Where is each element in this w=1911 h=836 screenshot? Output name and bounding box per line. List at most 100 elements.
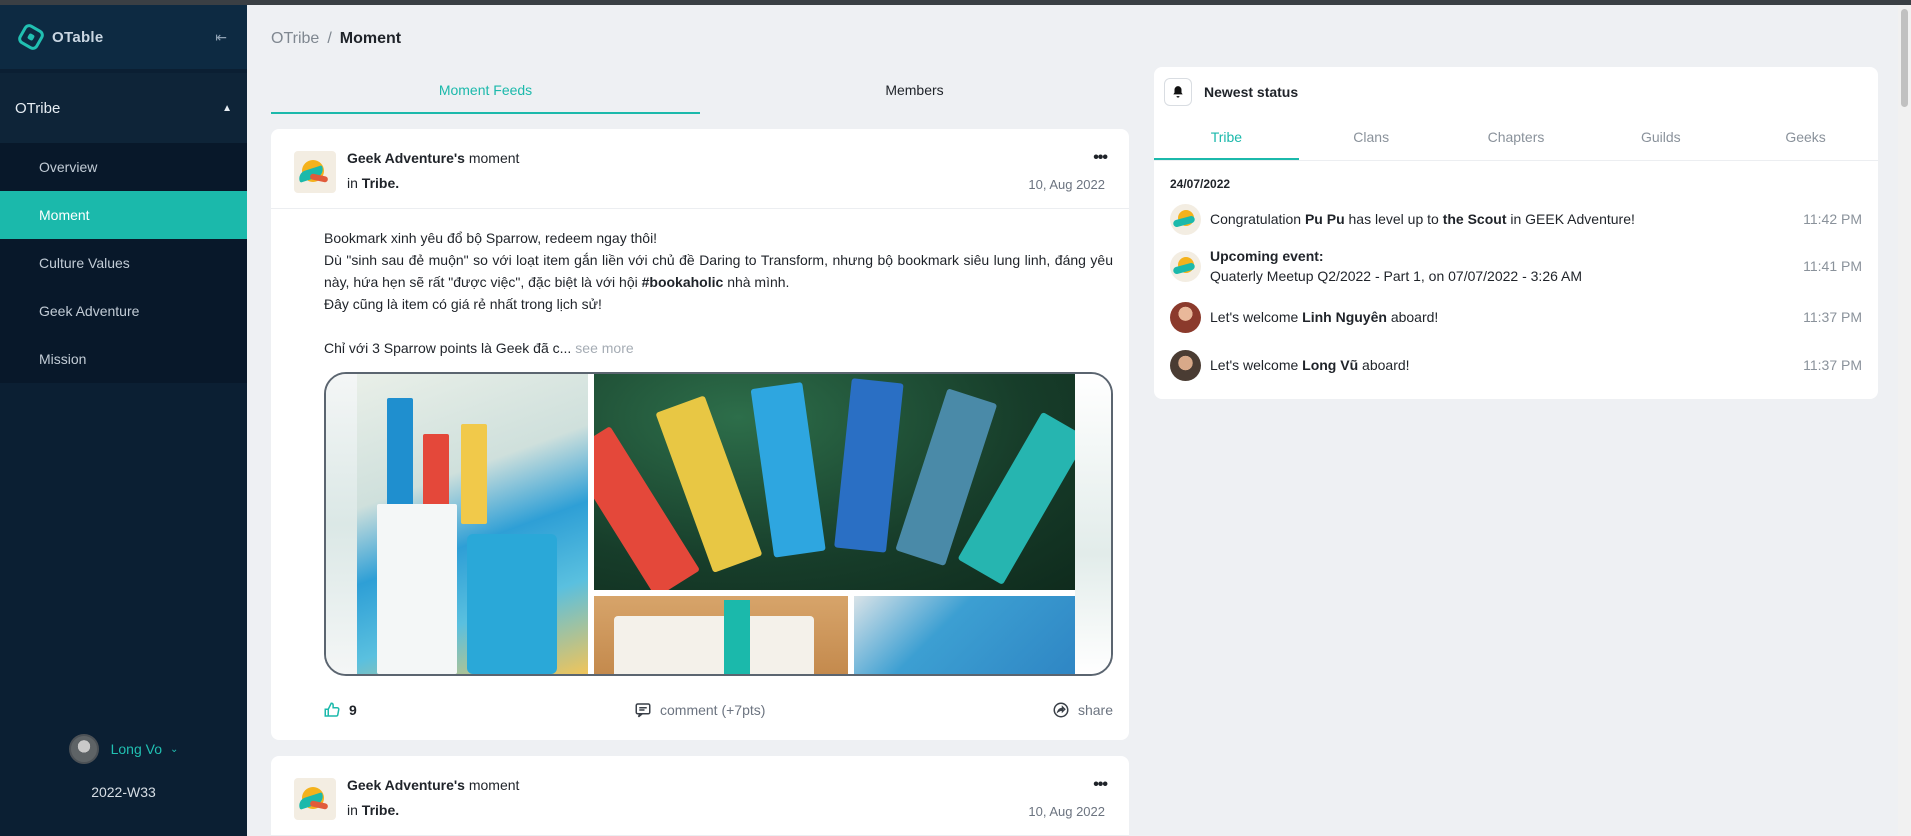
post-card: Geek Adventure's moment in Tribe. ••• 10… [271, 129, 1129, 740]
avatar [1170, 250, 1201, 282]
sidebar-item-culture-values[interactable]: Culture Values [0, 239, 247, 287]
post-image[interactable] [594, 596, 848, 674]
share-button[interactable]: share [1052, 701, 1113, 719]
newest-status-panel: Newest status Tribe Clans Chapters Guild… [1154, 67, 1878, 399]
more-dots-icon[interactable]: ••• [1093, 149, 1108, 167]
breadcrumb-current: Moment [339, 30, 402, 47]
status-header: Newest status [1154, 67, 1878, 117]
post-date: 10, Aug 2022 [1028, 177, 1105, 192]
status-date: 24/07/2022 [1170, 177, 1231, 191]
sidebar-item-label: Moment [39, 207, 90, 223]
post-author: Geek Adventure's moment [347, 777, 519, 793]
sidebar-item-overview[interactable]: Overview [0, 143, 247, 191]
status-item: Let's welcome Long Vũ aboard! 11:37 PM [1154, 341, 1878, 389]
post-header: Geek Adventure's moment in Tribe. ••• 10… [271, 129, 1129, 209]
scrollbar-thumb[interactable] [1901, 9, 1908, 107]
sidebar-item-mission[interactable]: Mission [0, 335, 247, 383]
gallery-edge [326, 374, 357, 674]
sidebar: OTable ⇤ OTribe ▲ Overview Moment Cultur… [0, 5, 247, 836]
post-image-gallery[interactable] [324, 372, 1113, 676]
see-more-link[interactable]: see more [575, 340, 633, 356]
sidebar-item-label: Overview [39, 159, 98, 175]
breadcrumb-separator: / [327, 30, 332, 47]
sidebar-section-otribe[interactable]: OTribe ▲ [0, 73, 247, 143]
sidebar-menu: Overview Moment Culture Values Geek Adve… [0, 143, 247, 383]
sidebar-section-label: OTribe [15, 99, 61, 117]
status-text: Congratulation Pu Pu has level up to the… [1210, 211, 1635, 227]
post-author-name[interactable]: Geek Adventure's [347, 150, 465, 166]
post-body: Bookmark xinh yêu đổ bộ Sparrow, redeem … [271, 209, 1129, 359]
status-title: Newest status [1204, 84, 1299, 100]
post-header: Geek Adventure's moment in Tribe. ••• 10… [271, 756, 1129, 836]
tab-chapters[interactable]: Chapters [1444, 117, 1589, 160]
sidebar-item-geek-adventure[interactable]: Geek Adventure [0, 287, 247, 335]
status-text: Let's welcome Long Vũ aboard! [1210, 357, 1410, 373]
page-scrollbar[interactable] [1898, 5, 1911, 836]
tab-geeks[interactable]: Geeks [1733, 117, 1878, 160]
tab-moment-feeds[interactable]: Moment Feeds [271, 74, 700, 114]
post-in-target: Tribe. [361, 802, 400, 818]
app-name: OTable [52, 28, 104, 46]
post-in-prefix: in [347, 175, 358, 191]
status-tabs: Tribe Clans Chapters Guilds Geeks [1154, 117, 1878, 161]
post-date: 10, Aug 2022 [1028, 804, 1105, 819]
week-label: 2022-W33 [91, 784, 156, 800]
tab-guilds[interactable]: Guilds [1588, 117, 1733, 160]
status-time: 11:41 PM [1803, 258, 1862, 274]
gallery-edge [1075, 374, 1111, 674]
main-tabs: Moment Feeds Members [271, 74, 1129, 114]
sidebar-item-moment[interactable]: Moment [0, 191, 247, 239]
tab-tribe[interactable]: Tribe [1154, 117, 1299, 160]
avatar[interactable] [294, 151, 336, 193]
bell-icon[interactable] [1164, 78, 1192, 106]
post-location: in Tribe. [347, 802, 399, 818]
post-paragraph: Dù "sinh sau đẻ muộn" so với loạt item g… [324, 249, 1113, 293]
comment-label: comment (+7pts) [660, 702, 766, 718]
tab-members[interactable]: Members [700, 74, 1129, 114]
status-time: 11:42 PM [1803, 211, 1862, 227]
post-hashtag[interactable]: #bookaholic [642, 274, 724, 290]
sidebar-item-label: Mission [39, 351, 87, 367]
post-actions: 9 comment (+7pts) share [271, 689, 1129, 729]
post-line: Đây cũng là item có giá rẻ nhất trong lị… [324, 296, 602, 312]
share-icon [1053, 702, 1069, 718]
user-panel: Long Vo ⌄ 2022-W33 [0, 726, 247, 836]
post-line: Bookmark xinh yêu đổ bộ Sparrow, redeem … [324, 230, 658, 246]
post-line: nhà mình. [727, 274, 790, 290]
breadcrumb-parent[interactable]: OTribe [271, 30, 319, 47]
post-line: Chỉ với 3 Sparrow points là Geek đã c... [324, 340, 572, 356]
avatar[interactable] [294, 778, 336, 820]
post-author-name[interactable]: Geek Adventure's [347, 777, 465, 793]
tab-clans[interactable]: Clans [1299, 117, 1444, 160]
post-card: Geek Adventure's moment in Tribe. ••• 10… [271, 756, 1129, 836]
post-image[interactable] [594, 374, 1075, 590]
sidebar-item-label: Culture Values [39, 255, 130, 271]
post-in-target: Tribe. [361, 175, 400, 191]
collapse-sidebar-icon[interactable]: ⇤ [215, 29, 227, 46]
hexagon-logo-icon [15, 21, 47, 53]
status-item: Congratulation Pu Pu has level up to the… [1154, 201, 1878, 237]
post-location: in Tribe. [347, 175, 399, 191]
sidebar-item-label: Geek Adventure [39, 303, 140, 319]
avatar [1170, 203, 1201, 235]
brand-bar: OTable ⇤ [0, 5, 247, 69]
status-item: Let's welcome Linh Nguyên aboard! 11:37 … [1154, 293, 1878, 341]
post-image[interactable] [854, 596, 1075, 674]
like-button[interactable]: 9 [323, 701, 357, 719]
status-item: Upcoming event: Quaterly Meetup Q2/2022 -… [1154, 243, 1878, 289]
status-text: Let's welcome Linh Nguyên aboard! [1210, 309, 1439, 325]
status-time: 11:37 PM [1803, 309, 1862, 325]
post-author-suffix: moment [468, 150, 520, 166]
avatar [1170, 301, 1201, 333]
post-in-prefix: in [347, 802, 358, 818]
window-top-border [0, 0, 1911, 5]
status-time: 11:37 PM [1803, 357, 1862, 373]
chevron-up-icon: ▲ [222, 102, 232, 114]
user-menu[interactable]: Long Vo ⌄ [0, 734, 247, 764]
post-image[interactable] [357, 374, 588, 674]
comment-icon [635, 703, 651, 718]
post-author: Geek Adventure's moment [347, 150, 519, 166]
comment-button[interactable]: comment (+7pts) [634, 701, 765, 719]
avatar [68, 734, 99, 764]
more-dots-icon[interactable]: ••• [1093, 776, 1108, 794]
